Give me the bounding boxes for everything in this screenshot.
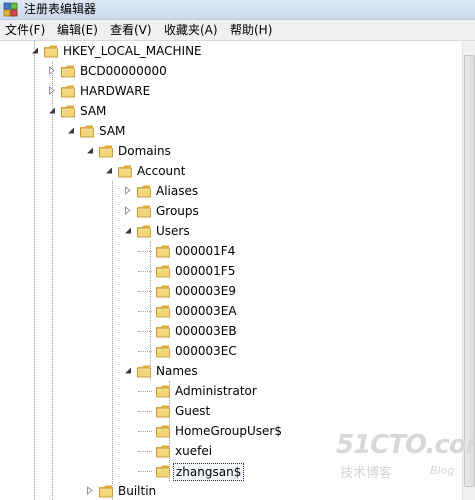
folder-icon [99,145,113,158]
tree-node-label[interactable]: Aliases [154,183,200,199]
folder-icon [156,385,170,398]
tree-node-label[interactable]: 000003EA [173,303,239,319]
tree-node-administrator[interactable]: Administrator [135,381,455,401]
tree-node-label[interactable]: Builtin [116,483,158,499]
menu-favorites[interactable]: 收藏夹(A) [164,22,218,38]
tree-node-label[interactable]: HomeGroupUser$ [173,423,284,439]
folder-icon [61,65,75,78]
tree-node-aliases[interactable]: Aliases [116,181,436,201]
registry-tree[interactable]: HKEY_LOCAL_MACHINE BCD00000000 HARDWARE SAM… [0,41,463,500]
tree-node-label[interactable]: Names [154,363,200,379]
folder-icon [99,485,113,498]
menu-view[interactable]: 查看(V) [110,22,152,38]
registry-editor-icon [3,2,18,17]
collapsed-arrow-icon[interactable] [48,66,56,75]
tree-node-label[interactable]: xuefei [173,443,214,459]
tree-node-label[interactable]: SAM [97,123,127,139]
folder-icon [137,205,151,218]
tree-node-label[interactable]: Administrator [173,383,259,399]
folder-icon [137,225,151,238]
tree-node-bcd00000000[interactable]: BCD00000000 [40,61,360,81]
folder-icon [137,185,151,198]
folder-icon [44,45,58,58]
tree-connector-line [52,61,53,500]
tree-node-000001f5[interactable]: 000001F5 [135,261,455,281]
tree-node-users[interactable]: Users [116,221,436,241]
tree-node-000003ea[interactable]: 000003EA [135,301,455,321]
tree-node-label[interactable]: SAM [78,103,108,119]
tree-node-guest[interactable]: Guest [135,401,455,421]
tree-connector-line [112,181,113,500]
tree-node-label[interactable]: 000001F5 [173,263,237,279]
tree-node-000003e9[interactable]: 000003E9 [135,281,455,301]
tree-node-000003ec[interactable]: 000003EC [135,341,455,361]
expanded-arrow-icon[interactable] [86,146,94,155]
folder-icon [156,325,170,338]
folder-icon [156,265,170,278]
collapsed-arrow-icon[interactable] [86,486,94,495]
tree-node-label[interactable]: Groups [154,203,201,219]
menu-edit[interactable]: 编辑(E) [57,22,98,38]
expanded-arrow-icon[interactable] [31,46,39,55]
tree-node-builtin[interactable]: Builtin [78,481,398,500]
window-title: 注册表编辑器 [24,2,97,16]
tree-node-label[interactable]: 000003E9 [173,283,238,299]
title-bar: 注册表编辑器 [0,0,475,20]
folder-icon [156,465,170,478]
tree-connector-line [34,41,35,500]
scrollbar-thumb[interactable] [464,55,475,487]
tree-node-label[interactable]: BCD00000000 [78,63,169,79]
tree-node-sam-root[interactable]: SAM [40,101,360,121]
menu-help[interactable]: 帮助(H) [230,22,272,38]
folder-icon [156,245,170,258]
folder-icon [156,305,170,318]
expanded-arrow-icon[interactable] [124,226,132,235]
tree-node-zhangsan[interactable]: zhangsan$ [135,461,455,481]
tree-node-names[interactable]: Names [116,361,436,381]
tree-node-sam[interactable]: SAM [59,121,379,141]
tree-node-label[interactable]: Users [154,223,192,239]
tree-node-label[interactable]: 000003EC [173,343,239,359]
tree-node-label[interactable]: zhangsan$ [173,463,245,481]
tree-node-label[interactable]: Domains [116,143,173,159]
tree-node-groups[interactable]: Groups [116,201,436,221]
folder-icon [156,425,170,438]
tree-node-label[interactable]: HKEY_LOCAL_MACHINE [61,43,204,59]
expanded-arrow-icon[interactable] [105,166,113,175]
folder-icon [137,365,151,378]
folder-icon [61,105,75,118]
tree-node-account[interactable]: Account [97,161,417,181]
collapsed-arrow-icon[interactable] [124,186,132,195]
tree-node-label[interactable]: Account [135,163,187,179]
tree-node-homegroupuser[interactable]: HomeGroupUser$ [135,421,455,441]
expanded-arrow-icon[interactable] [48,106,56,115]
tree-node-label[interactable]: HARDWARE [78,83,152,99]
folder-icon [80,125,94,138]
tree-node-hkey-local-machine[interactable]: HKEY_LOCAL_MACHINE [23,41,343,61]
folder-icon [156,285,170,298]
menu-file[interactable]: 文件(F) [5,22,45,38]
menu-bar: 文件(F) 编辑(E) 查看(V) 收藏夹(A) 帮助(H) [0,20,475,41]
folder-icon [118,165,132,178]
folder-icon [156,445,170,458]
tree-node-domains[interactable]: Domains [78,141,398,161]
folder-icon [61,85,75,98]
tree-node-000003eb[interactable]: 000003EB [135,321,455,341]
vertical-scrollbar[interactable] [462,41,475,500]
folder-icon [156,345,170,358]
tree-node-xuefei[interactable]: xuefei [135,441,455,461]
collapsed-arrow-icon[interactable] [124,206,132,215]
expanded-arrow-icon[interactable] [67,126,75,135]
collapsed-arrow-icon[interactable] [48,86,56,95]
tree-node-label[interactable]: 000003EB [173,323,239,339]
expanded-arrow-icon[interactable] [124,366,132,375]
tree-node-000001f4[interactable]: 000001F4 [135,241,455,261]
tree-node-label[interactable]: 000001F4 [173,243,237,259]
folder-icon [156,405,170,418]
tree-node-label[interactable]: Guest [173,403,212,419]
tree-node-hardware[interactable]: HARDWARE [40,81,360,101]
